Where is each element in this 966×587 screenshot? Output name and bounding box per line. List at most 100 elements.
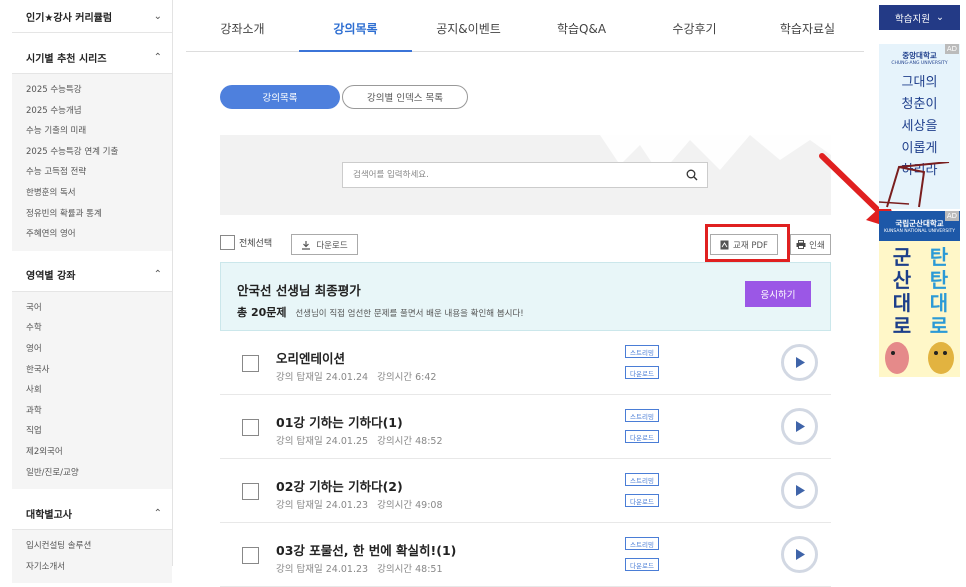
streaming-tag[interactable]: 스트리밍	[625, 345, 659, 358]
sidebar-item[interactable]: 한국사	[12, 360, 172, 381]
lecture-row: 03강 포물선, 한 번에 확실히!(1) 강의 탑재일 24.01.23 강의…	[220, 523, 831, 587]
sidebar-section-header[interactable]: 대학별고사 ⌃	[12, 497, 172, 531]
lecture-checkbox[interactable]	[242, 547, 259, 564]
search-icon[interactable]	[677, 163, 707, 187]
play-icon	[795, 549, 805, 560]
sidebar-item[interactable]: 정유빈의 확률과 통계	[12, 204, 172, 225]
play-button[interactable]	[781, 408, 818, 445]
sidebar-item[interactable]: 수능 기출의 미래	[12, 121, 172, 142]
lecture-title[interactable]: 02강 기하는 기하다(2)	[276, 476, 403, 495]
ad-headline-left: 군산대로	[892, 245, 912, 338]
exam-info: 총 20문제 선생님이 직접 엄선한 문제를 풀면서 배운 내용을 확인해 봅시…	[237, 304, 524, 320]
sidebar-item[interactable]: 제2외국어	[12, 442, 172, 463]
index-list-pill[interactable]: 강의별 인덱스 목록	[342, 85, 468, 109]
textbook-pdf-button[interactable]: 교재 PDF	[710, 234, 778, 255]
lecture-checkbox[interactable]	[242, 355, 259, 372]
sidebar-item[interactable]: 2025 수능개념	[12, 101, 172, 122]
play-button[interactable]	[781, 536, 818, 573]
sidebar-top-item[interactable]: 인기★강사 커리큘럼 ⌄	[12, 0, 172, 33]
download-tag[interactable]: 다운로드	[625, 430, 659, 443]
pdf-label: 교재 PDF	[733, 240, 768, 251]
pdf-icon	[720, 240, 729, 249]
streaming-tag[interactable]: 스트리밍	[625, 537, 659, 550]
play-button[interactable]	[781, 472, 818, 509]
lecture-title[interactable]: 01강 기하는 기하다(1)	[276, 412, 403, 431]
sidebar-list: 2025 수능특강 2025 수능개념 수능 기출의 미래 2025 수능특강 …	[12, 74, 172, 251]
chevron-down-icon: ⌄	[936, 12, 944, 23]
sidebar-section-title: 대학별고사	[26, 509, 72, 521]
download-button[interactable]: 다운로드	[291, 234, 358, 255]
lecture-meta: 강의 탑재일 24.01.23 강의시간 49:08	[276, 500, 443, 511]
sidebar-item[interactable]: 국어	[12, 298, 172, 319]
sidebar-item[interactable]: 사회	[12, 380, 172, 401]
sidebar-section-header[interactable]: 영역별 강좌 ⌃	[12, 258, 172, 292]
lecture-row: 01강 기하는 기하다(1) 강의 탑재일 24.01.25 강의시간 48:5…	[220, 395, 831, 459]
play-button[interactable]	[781, 344, 818, 381]
select-all-checkbox[interactable]	[220, 235, 235, 250]
streaming-tag[interactable]: 스트리밍	[625, 473, 659, 486]
sidebar-section-title: 영역별 강좌	[26, 271, 76, 283]
select-all[interactable]: 전체선택	[220, 235, 272, 250]
sidebar-item[interactable]: 일반/진로/교양	[12, 463, 172, 484]
play-icon	[795, 357, 805, 368]
ad-banner-kunsan[interactable]: 국립군산대학교 KUNSAN NATIONAL UNIVERSITY AD 군산…	[879, 211, 960, 377]
print-button[interactable]: 인쇄	[790, 234, 831, 255]
lecture-title[interactable]: 오리엔테이션	[276, 348, 345, 367]
printer-icon	[796, 240, 806, 249]
lecture-row: 02강 기하는 기하다(2) 강의 탑재일 24.01.23 강의시간 49:0…	[220, 459, 831, 523]
download-label: 다운로드	[316, 240, 348, 251]
ad-banner-chungang[interactable]: AD 중앙대학교 CHUNG-ANG UNIVERSITY 그대의 청춘이 세상…	[879, 44, 960, 209]
sidebar-item[interactable]: 영어	[12, 339, 172, 360]
sidebar-item[interactable]: 직업	[12, 421, 172, 442]
lecture-meta: 강의 탑재일 24.01.23 강의시간 48:51	[276, 564, 443, 575]
tab-reviews[interactable]: 수강후기	[638, 0, 751, 51]
support-label: 학습지원	[895, 13, 930, 25]
download-tag[interactable]: 다운로드	[625, 558, 659, 571]
sidebar-list: 국어 수학 영어 한국사 사회 과학 직업 제2외국어 일반/진로/교양	[12, 291, 172, 490]
sidebar-item[interactable]: 입시컨설팅 솔루션	[12, 536, 172, 557]
play-icon	[795, 485, 805, 496]
ad-label: AD	[944, 211, 959, 221]
sidebar-item[interactable]: 자기소개서	[12, 557, 172, 578]
ad-illustration	[879, 162, 950, 208]
sidebar-item[interactable]: 수능 고득점 전략	[12, 162, 172, 183]
tab-lecture-list[interactable]: 강의목록	[299, 0, 412, 52]
sidebar-item[interactable]: 과학	[12, 401, 172, 422]
search-area	[220, 135, 831, 215]
download-tag[interactable]: 다운로드	[625, 366, 659, 379]
tab-materials[interactable]: 학습자료실	[751, 0, 864, 51]
learning-support-button[interactable]: 학습지원 ⌄	[879, 5, 960, 30]
lecture-checkbox[interactable]	[242, 419, 259, 436]
toolbar: 전체선택 다운로드 교재 PDF 인쇄	[220, 234, 831, 256]
lecture-list-pill[interactable]: 강의목록	[220, 85, 340, 109]
streaming-tag[interactable]: 스트리밍	[625, 409, 659, 422]
sidebar-item[interactable]: 수학	[12, 318, 172, 339]
sidebar-item[interactable]: 한병훈의 독서	[12, 183, 172, 204]
search-input[interactable]	[343, 170, 677, 180]
lecture-meta: 강의 탑재일 24.01.25 강의시간 48:52	[276, 436, 443, 447]
sidebar-item[interactable]: 2025 수능특강 연계 기출	[12, 142, 172, 163]
chevron-up-icon: ⌃	[153, 51, 162, 63]
ad-logo: 중앙대학교 CHUNG-ANG UNIVERSITY	[891, 51, 948, 66]
tab-qna[interactable]: 학습Q&A	[525, 0, 638, 51]
sidebar-list: 입시컨설팅 솔루션 자기소개서	[12, 530, 172, 584]
lecture-checkbox[interactable]	[242, 483, 259, 500]
sidebar-top-label: 인기★강사 커리큘럼	[26, 12, 113, 24]
download-tag[interactable]: 다운로드	[625, 494, 659, 507]
tab-notice[interactable]: 공지&이벤트	[412, 0, 525, 51]
tab-intro[interactable]: 강좌소개	[186, 0, 299, 51]
take-exam-button[interactable]: 응시하기	[745, 281, 811, 307]
lecture-meta: 강의 탑재일 24.01.24 강의시간 6:42	[276, 372, 437, 383]
lecture-title[interactable]: 03강 포물선, 한 번에 확실히!(1)	[276, 540, 456, 559]
sidebar-item[interactable]: 2025 수능특강	[12, 80, 172, 101]
sidebar-section-title: 시기별 추천 시리즈	[26, 53, 107, 65]
download-icon	[302, 240, 311, 250]
tab-bar: 강좌소개 강의목록 공지&이벤트 학습Q&A 수강후기 학습자료실	[186, 0, 864, 52]
final-exam-banner: 안국선 선생님 최종평가 총 20문제 선생님이 직접 엄선한 문제를 풀면서 …	[220, 262, 831, 331]
sidebar-section-header[interactable]: 시기별 추천 시리즈 ⌃	[12, 41, 172, 74]
play-icon	[795, 421, 805, 432]
sidebar-item[interactable]: 주혜연의 영어	[12, 224, 172, 245]
chevron-up-icon: ⌃	[153, 507, 162, 519]
right-column: 학습지원 ⌄ AD 중앙대학교 CHUNG-ANG UNIVERSITY 그대의…	[864, 0, 966, 566]
select-all-label: 전체선택	[239, 239, 273, 249]
